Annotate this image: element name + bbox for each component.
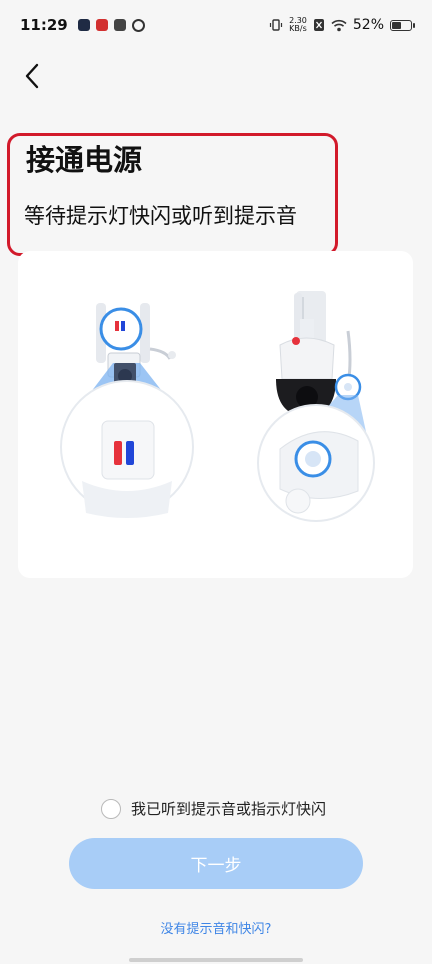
next-button[interactable]: 下一步 <box>69 838 363 889</box>
box-app-icon <box>113 19 126 31</box>
loop-app-icon <box>131 18 145 32</box>
next-button-label: 下一步 <box>190 856 242 876</box>
net-speed: 2.30 KB/s <box>289 17 307 33</box>
net-speed-unit: KB/s <box>289 24 307 33</box>
power-on-illustration <box>60 291 375 522</box>
vibrate-icon <box>269 19 283 31</box>
battery-percent: 52% <box>352 17 384 33</box>
confirm-checkbox-row[interactable]: 我已听到提示音或指示灯快闪 <box>101 798 326 819</box>
wifi-icon <box>331 19 347 31</box>
home-indicator[interactable] <box>129 958 303 962</box>
page-subtitle: 等待提示灯快闪或听到提示音 <box>24 204 297 228</box>
illustration-card <box>18 251 413 578</box>
confirm-label: 我已听到提示音或指示灯快闪 <box>131 800 327 818</box>
sim-off-icon <box>313 19 324 31</box>
status-bar-right: 2.30 KB/s 52% <box>269 17 415 33</box>
status-time: 11:29 <box>20 16 68 34</box>
status-bar: 11:29 2.30 KB/s 52% <box>0 0 432 50</box>
confirm-radio[interactable] <box>101 798 121 819</box>
camera-indicator-light-icon <box>60 303 194 518</box>
back-button[interactable] <box>16 58 48 94</box>
red-app-icon <box>95 19 108 31</box>
page-title: 接通电源 <box>26 143 143 177</box>
battery-icon <box>390 19 415 31</box>
chevron-left-icon <box>25 63 39 89</box>
ptz-camera-indicator-icon <box>257 291 375 522</box>
no-prompt-help-link[interactable]: 没有提示音和快闪? <box>0 918 432 937</box>
status-bar-left: 11:29 <box>20 16 145 34</box>
play-app-icon <box>77 19 90 31</box>
